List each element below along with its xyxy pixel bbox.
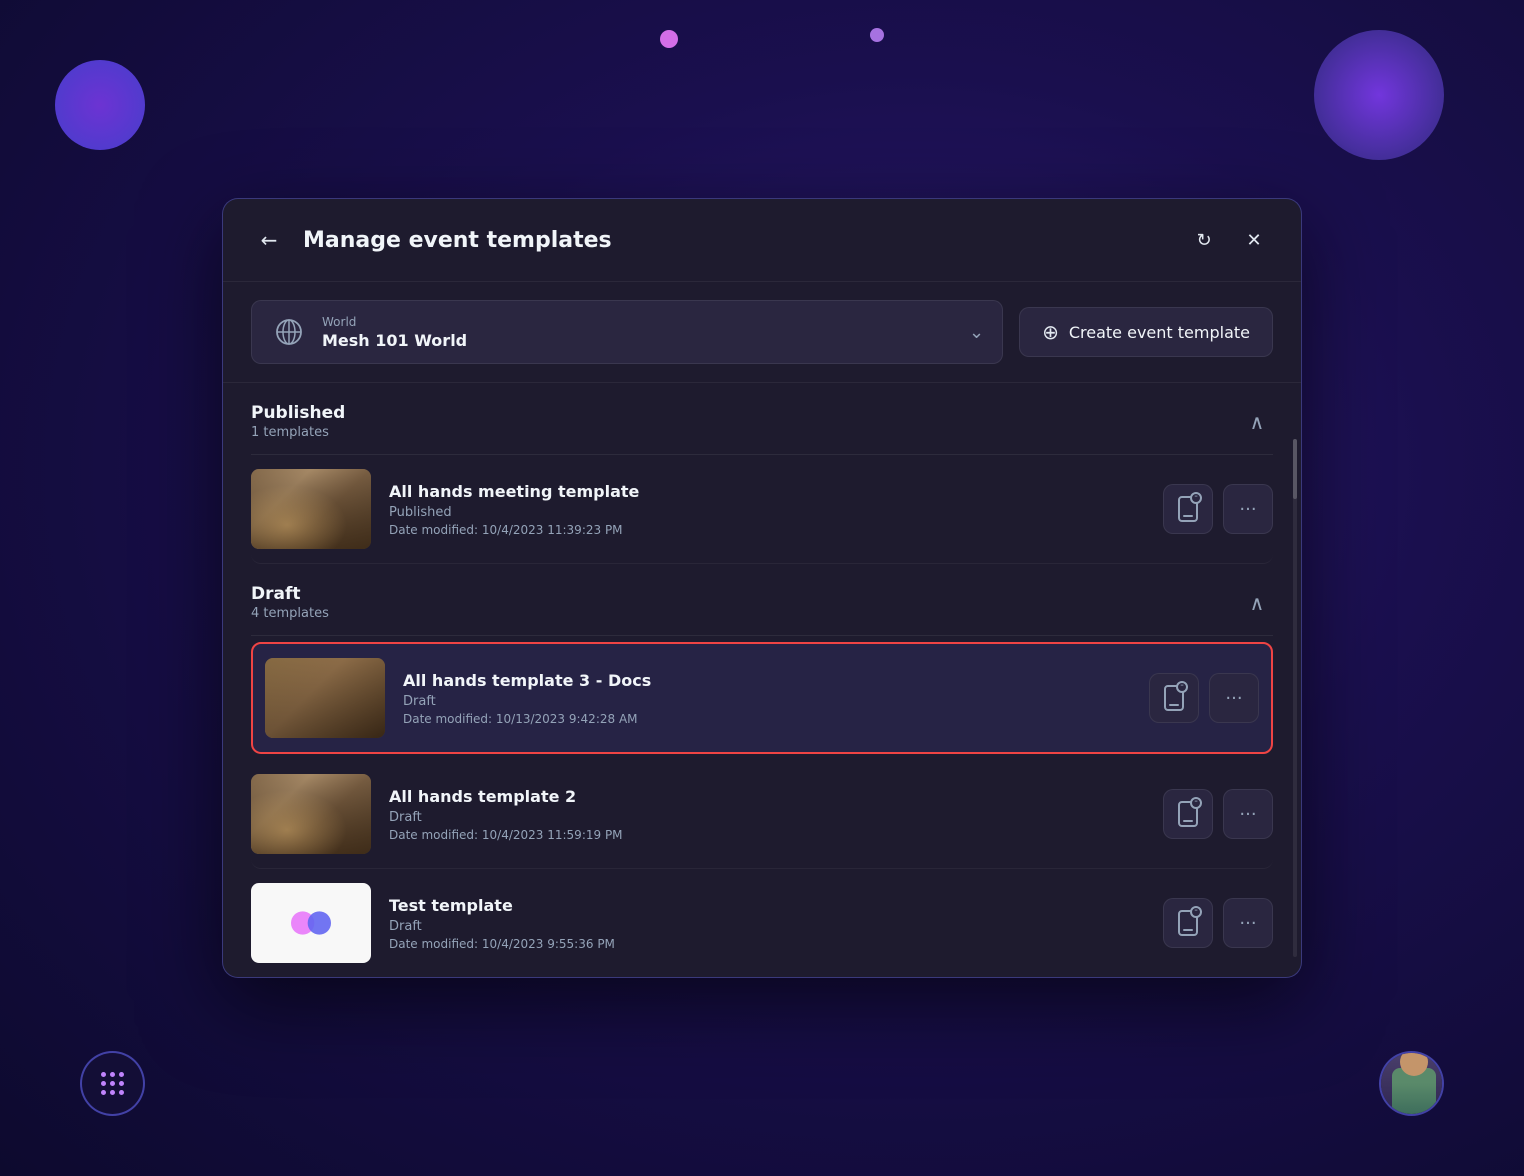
avatar-body [1392,1068,1436,1116]
mobile-icon-4 [1178,910,1198,936]
template-name-1: All hands meeting template [389,482,1145,501]
template-name-3: All hands template 2 [389,787,1145,806]
template-name-4: Test template [389,896,1145,915]
mobile-icon [1178,496,1198,522]
user-avatar-button[interactable] [1379,1051,1444,1116]
world-selector[interactable]: World Mesh 101 World ⌄ [251,300,1003,364]
templates-content: Published 1 templates ∧ All hands meetin… [223,383,1301,977]
mobile-icon-2 [1164,685,1184,711]
phone-badge-3 [1190,797,1202,809]
draft-divider [251,635,1273,636]
template-thumbnail-3 [251,774,371,854]
back-button[interactable]: ← [251,222,287,258]
more-icon-2: ··· [1225,688,1242,709]
template-item-selected[interactable]: All hands template 3 - Docs Draft Date m… [251,642,1273,754]
more-icon: ··· [1239,499,1256,520]
template-publish-button-2[interactable] [1149,673,1199,723]
template-status-4: Draft [389,919,1145,934]
world-name: Mesh 101 World [322,331,955,350]
template-info-4: Test template Draft Date modified: 10/4/… [389,896,1145,951]
world-info: World Mesh 101 World [322,315,955,350]
published-section-info: Published 1 templates [251,403,345,440]
draft-section-info: Draft 4 templates [251,584,329,621]
published-section-header: Published 1 templates ∧ [251,383,1273,454]
template-info-2: All hands template 3 - Docs Draft Date m… [403,671,1131,726]
template-actions-4: ··· [1163,898,1273,948]
dialog-header: ← Manage event templates ↻ ✕ [223,199,1301,282]
bg-dot-2 [870,28,884,42]
template-status-1: Published [389,505,1145,520]
template-thumbnail-2 [265,658,385,738]
refresh-button[interactable]: ↻ [1185,221,1223,259]
bg-orb-right [1314,30,1444,160]
template-thumbnail-4 [251,883,371,963]
template-date-3: Date modified: 10/4/2023 11:59:19 PM [389,828,1145,842]
template-info-1: All hands meeting template Published Dat… [389,482,1145,537]
top-action-bar: World Mesh 101 World ⌄ ⊕ Create event te… [223,282,1301,383]
draft-collapse-button[interactable]: ∧ [1241,587,1273,619]
published-section-count: 1 templates [251,425,345,440]
bg-orb-left [55,60,145,150]
avatar [1381,1053,1444,1116]
manage-templates-dialog: ← Manage event templates ↻ ✕ World Mesh … [222,198,1302,978]
header-right: ↻ ✕ [1185,221,1273,259]
template-actions-3: ··· [1163,789,1273,839]
world-icon [270,313,308,351]
bg-dot-1 [660,30,678,48]
more-icon-3: ··· [1239,804,1256,825]
chevron-down-icon: ⌄ [969,322,984,343]
template-status-2: Draft [403,694,1131,709]
world-label: World [322,315,955,329]
template-date-2: Date modified: 10/13/2023 9:42:28 AM [403,712,1131,726]
template-more-button-4[interactable]: ··· [1223,898,1273,948]
create-template-button[interactable]: ⊕ Create event template [1019,307,1273,357]
template-publish-button-1[interactable] [1163,484,1213,534]
create-plus-icon: ⊕ [1042,320,1059,344]
phone-badge [1190,492,1202,504]
template-publish-button-4[interactable] [1163,898,1213,948]
template-date-4: Date modified: 10/4/2023 9:55:36 PM [389,937,1145,951]
header-left: ← Manage event templates [251,222,612,258]
template-name-2: All hands template 3 - Docs [403,671,1131,690]
published-section-title: Published [251,403,345,423]
template-info-3: All hands template 2 Draft Date modified… [389,787,1145,842]
draft-section-count: 4 templates [251,606,329,621]
phone-badge-4 [1190,906,1202,918]
template-more-button-3[interactable]: ··· [1223,789,1273,839]
scrollbar-track [1293,439,1297,957]
template-publish-button-3[interactable] [1163,789,1213,839]
create-template-label: Create event template [1069,323,1250,342]
template-actions-2: ··· [1149,673,1259,723]
mobile-icon-3 [1178,801,1198,827]
apps-grid-button[interactable] [80,1051,145,1116]
template-thumbnail-1 [251,469,371,549]
dialog-title: Manage event templates [303,228,612,253]
close-button[interactable]: ✕ [1235,221,1273,259]
template-item-draft-2[interactable]: All hands template 2 Draft Date modified… [251,760,1273,869]
published-collapse-button[interactable]: ∧ [1241,406,1273,438]
phone-badge-2 [1176,681,1188,693]
template-status-3: Draft [389,810,1145,825]
avatar-head [1400,1053,1428,1076]
template-more-button-1[interactable]: ··· [1223,484,1273,534]
draft-section-title: Draft [251,584,329,604]
scrollbar-thumb[interactable] [1293,439,1297,499]
template-more-button-2[interactable]: ··· [1209,673,1259,723]
draft-section-header: Draft 4 templates ∧ [251,564,1273,635]
dots-grid-icon [101,1072,125,1096]
template-date-1: Date modified: 10/4/2023 11:39:23 PM [389,523,1145,537]
template-actions-1: ··· [1163,484,1273,534]
template-item[interactable]: All hands meeting template Published Dat… [251,455,1273,564]
template-item-draft-3[interactable]: Test template Draft Date modified: 10/4/… [251,869,1273,977]
more-icon-4: ··· [1239,913,1256,934]
